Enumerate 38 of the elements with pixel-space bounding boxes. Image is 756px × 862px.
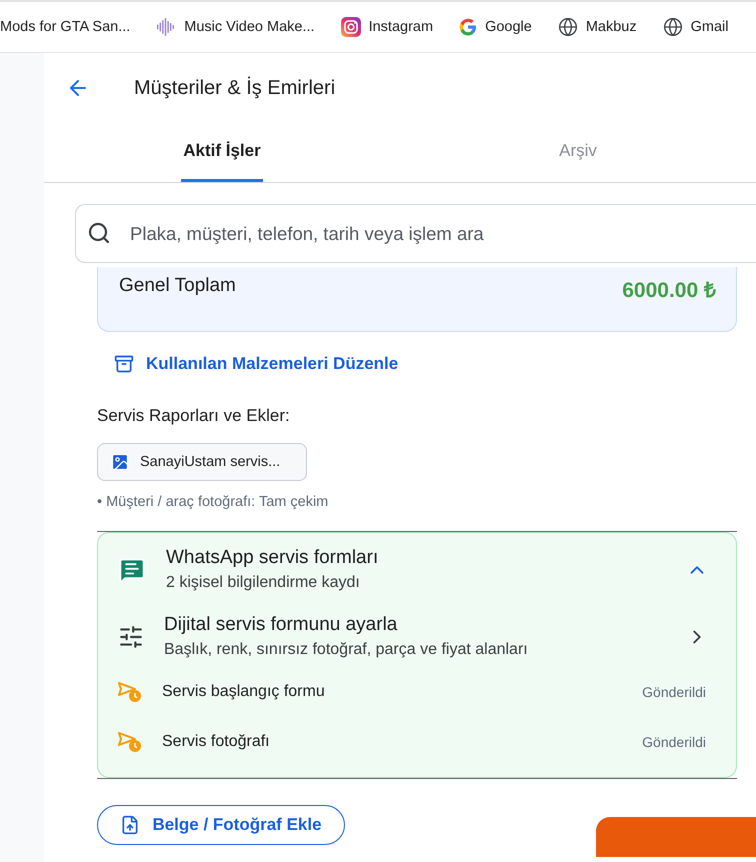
attachment-note: • Müşteri / araç fotoğrafı: Tam çekim bbox=[97, 494, 330, 510]
bookmark-link[interactable]: Google bbox=[459, 18, 532, 36]
bookmark-link[interactable]: Mods for GTA San... bbox=[0, 19, 130, 35]
edit-materials-link[interactable]: Kullanılan Malzemeleri Düzenle bbox=[114, 354, 737, 374]
instagram-icon bbox=[340, 17, 361, 37]
form-name: Servis başlangıç formu bbox=[162, 683, 326, 701]
send-clock-icon bbox=[118, 681, 142, 703]
total-amount: 6000.00 ₺ bbox=[622, 278, 716, 303]
search-field[interactable]: Plaka, müşteri, telefon, tarih veya işlem ara bbox=[75, 204, 756, 263]
file-upload-icon bbox=[120, 815, 140, 835]
message-icon bbox=[118, 556, 146, 584]
google-icon bbox=[459, 18, 478, 36]
form-status: Gönderildi bbox=[642, 734, 706, 750]
card-subtitle: 2 kişisel bilgilendirme kaydı bbox=[166, 574, 361, 592]
form-status: Gönderildi bbox=[642, 684, 706, 700]
send-clock-icon bbox=[118, 731, 142, 753]
bookmark-link[interactable]: Music Video Make... bbox=[156, 18, 315, 36]
settings-row[interactable]: Dijital servis formunu ayarla Başlık, renk, sınırsız fotoğraf, parça ve fiyat alanları bbox=[118, 614, 708, 659]
bookmark-link[interactable]: Instagram bbox=[340, 17, 434, 37]
globe-icon bbox=[558, 17, 578, 37]
bookmark-link[interactable]: Makbuz bbox=[558, 17, 637, 37]
total-label: Genel Toplam bbox=[119, 275, 236, 297]
globe-icon bbox=[662, 17, 683, 37]
waveform-icon bbox=[156, 18, 176, 36]
attachment-chip[interactable]: SanayiUstam servis... bbox=[97, 443, 307, 481]
card-title: WhatsApp servis formları bbox=[166, 547, 380, 569]
search-icon bbox=[87, 221, 111, 245]
bookmark-link[interactable]: Gmail bbox=[662, 17, 728, 37]
add-document-button[interactable]: Belge / Fotoğraf Ekle bbox=[97, 805, 345, 845]
archive-icon bbox=[114, 354, 134, 374]
image-icon bbox=[110, 452, 130, 472]
tab[interactable]: Aktif İşler bbox=[44, 123, 400, 182]
form-name: Servis fotoğrafı bbox=[162, 733, 271, 751]
settings-title: Dijital servis formunu ayarla bbox=[164, 614, 398, 636]
sliders-icon bbox=[118, 624, 144, 650]
section-label: Servis Raporları ve Ekler: bbox=[97, 406, 291, 426]
page-title: Müşteriler & İş Emirleri bbox=[134, 76, 336, 100]
settings-subtitle: Başlık, renk, sınırsız fotoğraf, parça ve fiyat alanları bbox=[164, 641, 529, 659]
